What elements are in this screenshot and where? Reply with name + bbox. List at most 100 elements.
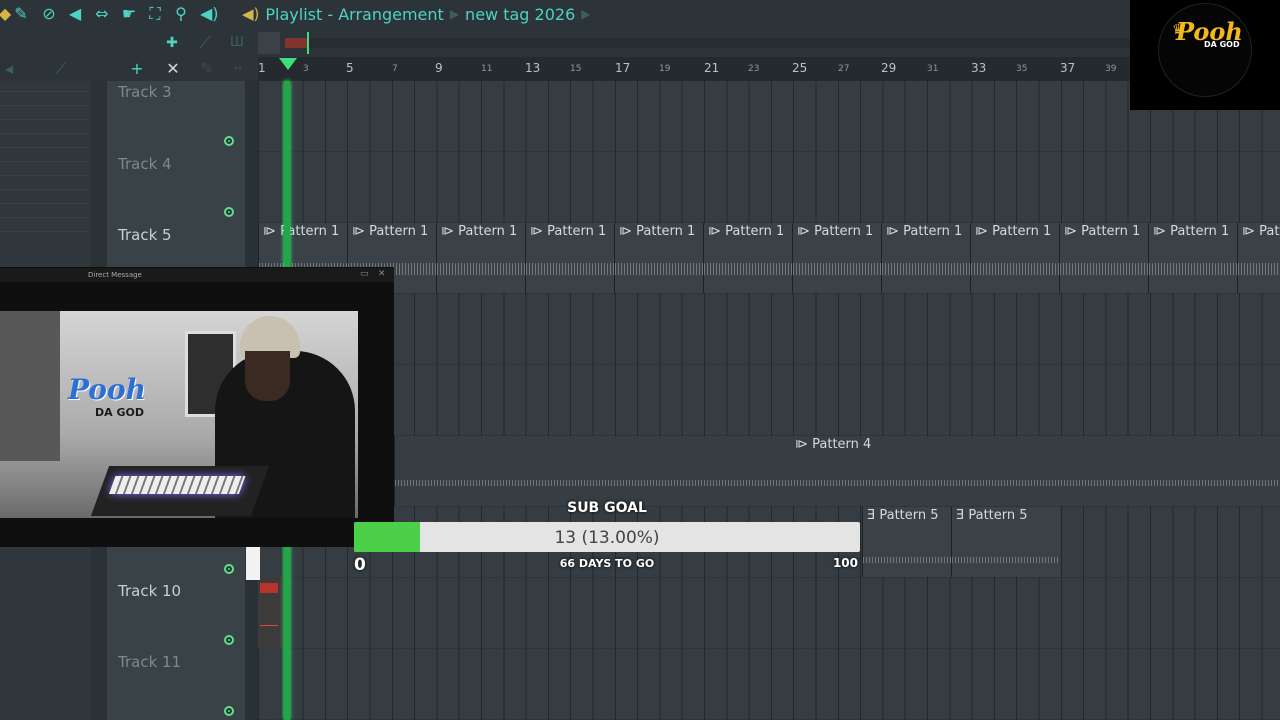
bar-number: 21: [704, 61, 720, 75]
track-thumbnails: [0, 91, 88, 241]
playlist-grid[interactable]: ⧐ Pattern 1 ⧐ Pattern 1 ⧐ Pattern 1 ⧐ Pa…: [246, 81, 1280, 720]
track-name[interactable]: Track 11: [118, 653, 181, 671]
clip-arrow-icon: ⧐: [795, 437, 813, 452]
scroll-playhead-marker: [307, 32, 309, 54]
track-active-toggle[interactable]: [224, 136, 234, 146]
clip-label: Pattern 4: [812, 437, 872, 452]
bar-number: 25: [792, 61, 808, 75]
select-box-icon[interactable]: ⛶: [146, 5, 164, 23]
clip-line: [260, 625, 278, 626]
sub-goal-progress-bar: 13 (13.00%): [354, 522, 860, 552]
pattern-clip[interactable]: ⧐ Pattern 1: [792, 223, 881, 293]
scrollbar-thumb[interactable]: [285, 38, 309, 48]
bar-number: 11: [481, 64, 493, 74]
mute-icon[interactable]: ⊘: [40, 5, 58, 23]
clip-label: Pattern 1: [547, 224, 607, 239]
title-sub: new tag 2026: [465, 4, 576, 24]
pattern-clip[interactable]: ⧐ Pattern 1: [436, 223, 525, 293]
expand-icon[interactable]: ◂: [0, 60, 18, 78]
pattern-clip[interactable]: ⧐ Pattern 1: [525, 223, 614, 293]
scroll-left-button[interactable]: [258, 32, 280, 54]
add-track-icon[interactable]: +: [128, 60, 146, 78]
minimize-icon[interactable]: ▭: [360, 269, 369, 279]
track-name[interactable]: Track 4: [118, 155, 172, 173]
pattern-clip[interactable]: ⧐ Pattern 4: [394, 436, 1280, 506]
piano-keys: [108, 476, 246, 494]
sub-goal-title: SUB GOAL: [567, 500, 647, 516]
brand-logo-sub: DA GOD: [1204, 40, 1240, 49]
bar-number: 27: [838, 64, 850, 74]
edit-icon[interactable]: ✎: [198, 60, 216, 78]
clip-label: Pattern 1: [458, 224, 518, 239]
pattern-clip[interactable]: ⧐ Pattern 1: [614, 223, 703, 293]
webcam-titlebar: Direct Message ▭ ✕: [0, 268, 394, 282]
door-shape: [0, 311, 60, 461]
speaker-icon: ◀): [242, 5, 260, 23]
pattern-clip[interactable]: ⧐ Pattern 1: [1237, 223, 1280, 293]
bar-number: 5: [346, 61, 354, 75]
horizontal-scrollbar[interactable]: [285, 32, 1130, 54]
track-active-toggle[interactable]: [224, 564, 234, 574]
zoom-icon[interactable]: ⚲: [172, 5, 190, 23]
webcam-window-title: Direct Message: [88, 271, 142, 279]
close-icon[interactable]: ✕: [378, 269, 386, 279]
grid-tool-icon[interactable]: Ш: [228, 34, 246, 52]
bar-number: 19: [659, 64, 671, 74]
clip-label: Pattern 1: [992, 224, 1052, 239]
clip-arrow-icon: ⧐: [975, 224, 993, 239]
pattern-clip[interactable]: ⧐ Pattern 1: [881, 223, 970, 293]
clip-arrow-icon: ⧐: [1153, 224, 1171, 239]
bar-number: 17: [615, 61, 631, 75]
clip-waveform: [952, 557, 1060, 563]
clip-arrow-icon: ⧐: [1064, 224, 1082, 239]
track-active-toggle[interactable]: [224, 706, 234, 716]
link-icon[interactable]: ⟋: [52, 60, 70, 78]
pattern-clip[interactable]: Ǝ Pattern 5: [862, 507, 951, 577]
track-name[interactable]: Track 10: [118, 582, 181, 600]
playlist-toolbar-row2: ✚ ⟋ Ш: [0, 30, 1130, 57]
timeline-ruler[interactable]: 1 3 5 7 9 11 13 15 17 19 21 23 25 27 29 …: [258, 57, 1280, 81]
keyboard-shape: [90, 466, 270, 516]
paint-icon[interactable]: ✎: [12, 5, 30, 23]
track-active-toggle[interactable]: [224, 635, 234, 645]
select-icon[interactable]: ☛: [120, 5, 138, 23]
line-tool-icon[interactable]: ⟋: [196, 34, 214, 52]
track-toolbar: ◂ ⟋ + ✕ ✎ ↔: [0, 57, 258, 81]
clip-label: Pattern 1: [814, 224, 874, 239]
resize-icon[interactable]: ⇔: [93, 5, 111, 23]
selection-marker: [246, 546, 260, 580]
poster-logo-sub: DA GOD: [95, 406, 144, 419]
clip-label: Pattern 1: [903, 224, 963, 239]
pattern-clip[interactable]: ⧐ Pattern 1: [703, 223, 792, 293]
pattern-clip[interactable]: Ǝ Pattern 5: [951, 507, 1060, 577]
face-shape: [245, 351, 290, 401]
breadcrumb-arrow-icon: ▶: [581, 7, 591, 21]
bar-number: 13: [525, 61, 541, 75]
play-audio-icon[interactable]: ◀): [200, 5, 219, 23]
track-name[interactable]: Track 3: [118, 83, 172, 101]
clip-label: Pattern 1: [1259, 224, 1280, 239]
brand-logo-box: Pooh DA GOD ♛: [1130, 0, 1280, 110]
pattern-clip[interactable]: ⧐ Pattern 1: [1059, 223, 1148, 293]
clip-waveform: [882, 263, 970, 275]
arrows-icon[interactable]: ↔: [229, 60, 247, 78]
clip-label: Pattern 1: [725, 224, 785, 239]
clip-label: Pattern 1: [636, 224, 696, 239]
automation-clip[interactable]: [258, 577, 282, 649]
track-name[interactable]: Track 5: [118, 226, 172, 244]
bar-number: 39: [1105, 64, 1117, 74]
delete-icon[interactable]: ✕: [164, 60, 182, 78]
clip-waveform: [971, 263, 1059, 275]
sub-goal-widget: SUB GOAL 13 (13.00%) 0 66 DAYS TO GO 100: [352, 500, 862, 580]
track-active-toggle[interactable]: [224, 207, 234, 217]
playhead-marker[interactable]: [279, 58, 297, 70]
clip-waveform: [395, 480, 1280, 486]
stretch-icon[interactable]: ✚: [163, 34, 181, 52]
pattern-clip[interactable]: ⧐ Pattern 1: [1148, 223, 1237, 293]
clip-arrow-icon: ⧐: [263, 224, 281, 239]
bar-number: 9: [435, 61, 443, 75]
pattern-clip[interactable]: ⧐ Pattern 1: [970, 223, 1059, 293]
clip-label: Pattern 1: [1170, 224, 1230, 239]
speaker-icon[interactable]: ◀: [66, 5, 84, 23]
breadcrumb-arrow-icon: ▶: [449, 7, 460, 21]
